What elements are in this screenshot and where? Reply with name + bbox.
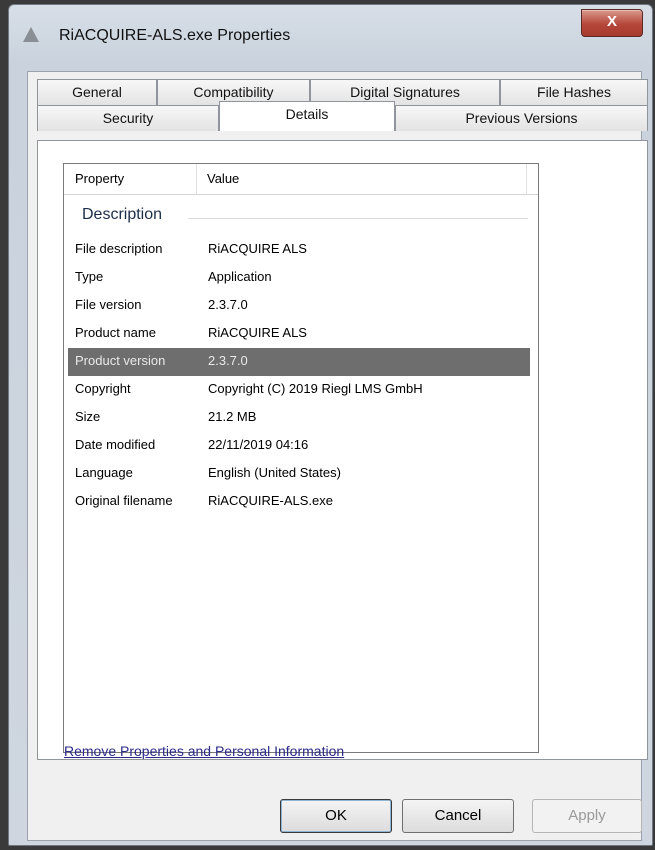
tab-details[interactable]: Details [219,101,395,131]
property-value: 2.3.7.0 [208,297,248,312]
close-button[interactable]: X [581,9,643,37]
window-title: RiACQUIRE-ALS.exe Properties [59,27,291,44]
property-name: Language [75,465,133,480]
title-bar[interactable]: RiACQUIRE-ALS.exe Properties X [9,5,652,63]
property-value: English (United States) [208,465,341,480]
property-name: Type [75,269,104,284]
group-header-description: Description [82,206,163,223]
property-value: 2.3.7.0 [208,353,248,368]
tab-file-hashes[interactable]: File Hashes [500,79,648,105]
property-name: Copyright [75,381,131,396]
property-name: File description [75,241,163,256]
property-value: Copyright (C) 2019 Riegl LMS GmbH [208,381,423,396]
table-row[interactable]: Language English (United States) [68,460,530,488]
column-divider[interactable] [526,164,527,194]
table-row-selected[interactable]: Product version 2.3.7.0 [68,348,530,376]
column-header-value[interactable]: Value [207,171,239,186]
remove-properties-link[interactable]: Remove Properties and Personal Informati… [64,743,344,759]
tab-security[interactable]: Security [37,105,219,131]
cancel-button[interactable]: Cancel [402,799,514,833]
property-name: Product version [75,353,166,368]
tab-general[interactable]: General [37,79,157,105]
details-panel: Property Value Description File descript… [37,140,648,760]
ok-button[interactable]: OK [280,799,392,833]
property-value: Application [208,269,272,284]
tab-previous-versions[interactable]: Previous Versions [395,105,648,131]
property-name: Original filename [75,493,173,508]
property-name: Date modified [75,437,156,452]
property-value: RiACQUIRE ALS [208,325,307,340]
property-list[interactable]: Property Value Description File descript… [63,163,539,753]
column-header-property[interactable]: Property [75,171,124,186]
table-row[interactable]: File version 2.3.7.0 [68,292,530,320]
apply-button[interactable]: Apply [532,799,642,833]
properties-window: RiACQUIRE-ALS.exe Properties X General C… [8,4,653,846]
table-row[interactable]: Type Application [68,264,530,292]
table-row[interactable]: Size 21.2 MB [68,404,530,432]
application-icon [23,27,39,42]
list-header: Property Value [64,164,538,195]
property-name: File version [75,297,142,312]
table-row[interactable]: Product name RiACQUIRE ALS [68,320,530,348]
column-divider[interactable] [196,164,197,194]
property-value: 21.2 MB [208,409,257,424]
property-name: Size [75,409,101,424]
property-name: Product name [75,325,156,340]
group-divider [188,218,528,219]
property-value: RiACQUIRE ALS [208,241,307,256]
table-row[interactable]: Date modified 22/11/2019 04:16 [68,432,530,460]
property-value: 22/11/2019 04:16 [208,437,309,452]
table-row[interactable]: Copyright Copyright (C) 2019 Riegl LMS G… [68,376,530,404]
table-row[interactable]: File description RiACQUIRE ALS [68,236,530,264]
property-value: RiACQUIRE-ALS.exe [208,493,333,508]
table-row[interactable]: Original filename RiACQUIRE-ALS.exe [68,488,530,516]
